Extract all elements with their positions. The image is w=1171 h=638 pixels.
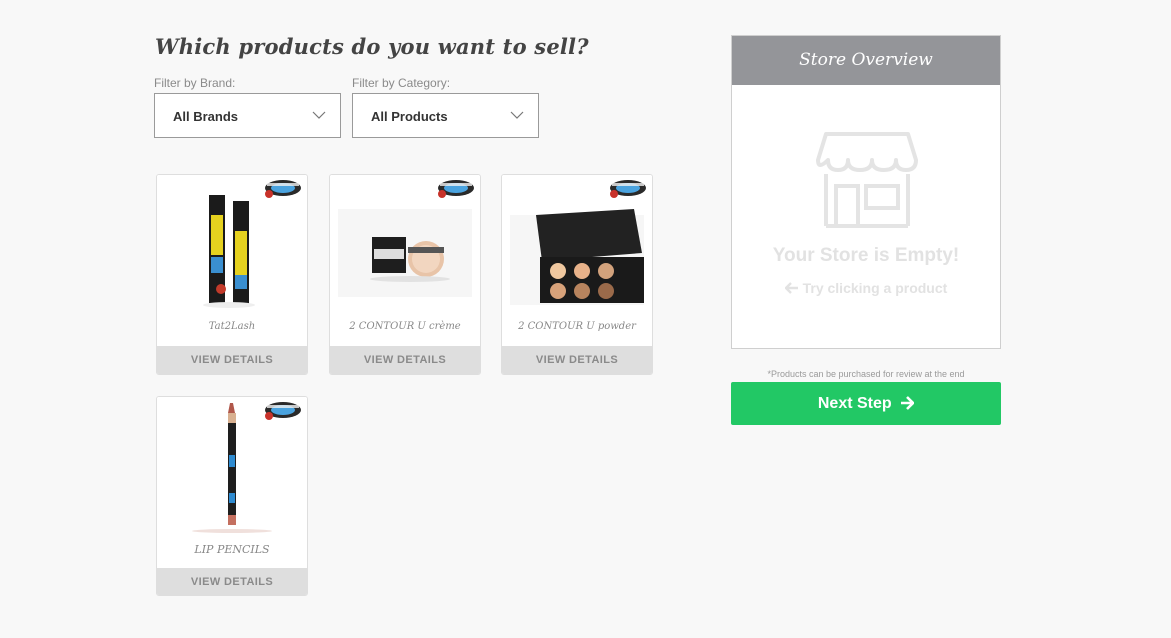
store-icon: [816, 132, 918, 228]
product-name: LIP PENCILS: [194, 543, 270, 556]
view-details-button[interactable]: VIEW DETAILS: [502, 346, 652, 374]
brand-logo-icon: [265, 180, 301, 198]
next-step-label: Next Step: [817, 395, 892, 412]
empty-store-title: Your Store is Empty!: [772, 245, 960, 266]
next-step-button[interactable]: Next Step: [731, 382, 1001, 425]
chevron-down-icon: [312, 111, 326, 119]
purchase-note: *Products can be purchased for review at…: [767, 369, 965, 379]
store-overview-panel: Store Overview Your Store is Empty! Try …: [731, 35, 1001, 349]
arrow-right-icon: [901, 396, 915, 410]
brand-filter-label: Filter by Brand:: [154, 76, 236, 90]
view-details-button[interactable]: VIEW DETAILS: [157, 346, 307, 374]
brand-logo-icon: [265, 402, 301, 420]
store-overview-title: Store Overview: [732, 36, 1000, 85]
brand-select-value: All Brands: [173, 109, 239, 124]
brand-logo-icon: [610, 180, 646, 198]
category-select[interactable]: All Products: [352, 93, 539, 138]
view-details-button[interactable]: VIEW DETAILS: [330, 346, 480, 374]
product-card[interactable]: Tat2Lash VIEW DETAILS: [156, 174, 308, 375]
brand-logo-icon: [438, 180, 474, 198]
empty-store-hint: Try clicking a product: [802, 280, 948, 296]
page-title: Which products do you want to sell?: [155, 34, 589, 59]
arrow-left-icon: [784, 282, 798, 294]
product-card[interactable]: LIP PENCILS VIEW DETAILS: [156, 396, 308, 596]
category-filter-label: Filter by Category:: [352, 76, 451, 90]
product-name: Tat2Lash: [208, 321, 256, 332]
chevron-down-icon: [510, 111, 524, 119]
view-details-button[interactable]: VIEW DETAILS: [157, 568, 307, 595]
category-filter: Filter by Category: All Products: [352, 76, 539, 138]
product-name: 2 CONTOUR U crème: [349, 321, 461, 332]
product-name: 2 CONTOUR U powder: [518, 321, 636, 332]
product-card[interactable]: 2 CONTOUR U crème VIEW DETAILS: [329, 174, 481, 375]
category-select-value: All Products: [371, 109, 448, 124]
brand-filter: Filter by Brand: All Brands: [154, 76, 341, 138]
empty-store-hint-row: Try clicking a product: [732, 280, 1000, 296]
brand-select[interactable]: All Brands: [154, 93, 341, 138]
product-card[interactable]: 2 CONTOUR U powder VIEW DETAILS: [501, 174, 653, 375]
